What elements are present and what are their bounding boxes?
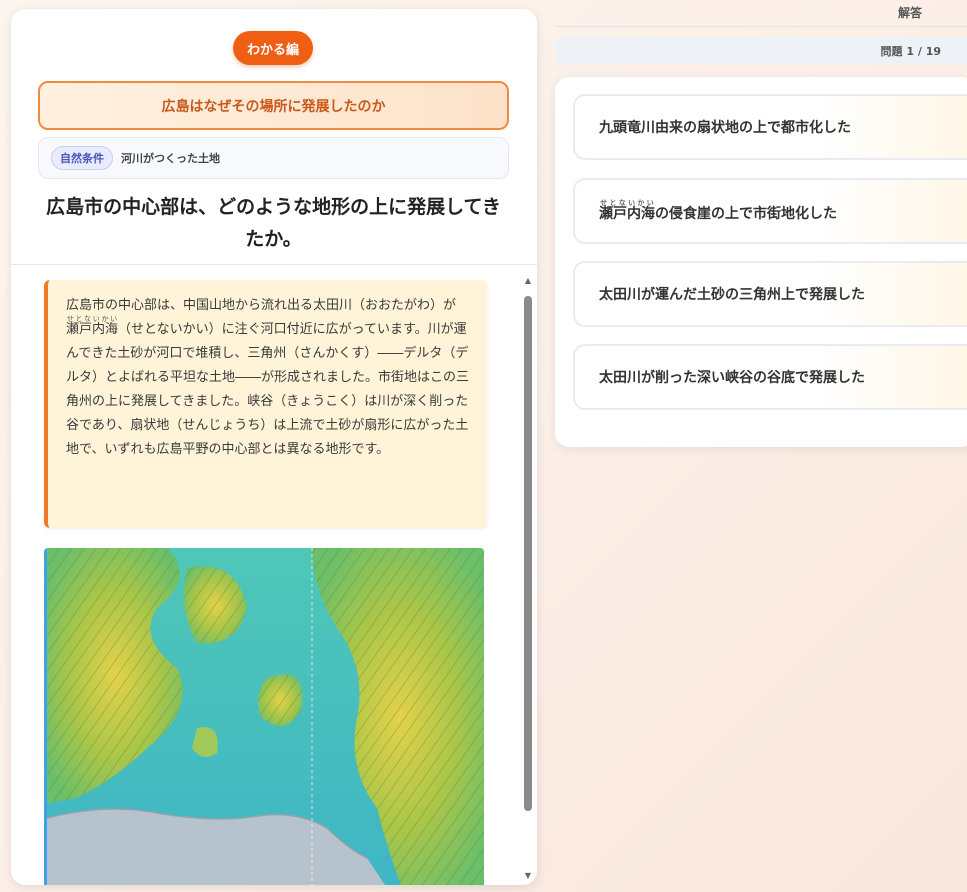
choices-card: 九頭竜川由来の扇状地の上で都市化した 瀬戸内海せとないかいの侵食崖の上で市街地化…: [555, 77, 967, 447]
category-text: 河川がつくった土地: [121, 152, 220, 165]
scroll-up-icon[interactable]: ▲: [523, 276, 533, 286]
explanation-part2: （せとないかい）に注ぐ河口付近に広がっています。川が運んできた土砂が河口で堆積し…: [66, 322, 470, 457]
terrain-map: [47, 548, 484, 885]
answer-label: 解答: [898, 6, 923, 20]
vertical-scrollbar[interactable]: ▲ ▼: [523, 276, 533, 881]
answer-divider: [555, 26, 967, 27]
choice-1-label: 九頭竜川由来の扇状地の上で都市化した: [599, 120, 851, 136]
scroll-thumb[interactable]: [524, 296, 532, 811]
ruby-text: せとないかい: [66, 315, 118, 323]
ruby-setonaikai: 瀬戸内海せとないかい: [66, 315, 119, 337]
choice-2-ruby-base: 瀬戸内海: [599, 206, 655, 222]
choice-2[interactable]: 瀬戸内海せとないかいの侵食崖の上で市街地化した: [573, 178, 967, 244]
scroll-area[interactable]: 広島市の中心部は、中国山地から流れ出る太田川（おおたがわ）が瀬戸内海せとないかい…: [11, 266, 537, 885]
progress-text: 問題 1 / 19: [880, 45, 941, 58]
choice-4-label: 太田川が削った深い峡谷の谷底で発展した: [599, 370, 865, 386]
terrain-map-image: [44, 548, 484, 885]
scroll-down-icon[interactable]: ▼: [523, 871, 533, 881]
choice-2-ruby: 瀬戸内海せとないかい: [599, 199, 655, 222]
level-badge: わかる編: [233, 31, 313, 65]
tag-row: 自然条件 河川がつくった土地: [38, 137, 509, 179]
explanation-box: 広島市の中心部は、中国山地から流れ出る太田川（おおたがわ）が瀬戸内海せとないかい…: [44, 280, 487, 528]
card-header: わかる編 広島はなぜその場所に発展したのか 自然条件 河川がつくった土地 広島市…: [11, 9, 537, 265]
choice-2-ruby-text: せとないかい: [599, 199, 655, 207]
category-chip: 自然条件: [51, 146, 113, 170]
progress-bar: 問題 1 / 19: [555, 37, 967, 64]
explanation-card: わかる編 広島はなぜその場所に発展したのか 自然条件 河川がつくった土地 広島市…: [11, 9, 537, 885]
choice-4[interactable]: 太田川が削った深い峡谷の谷底で発展した: [573, 344, 967, 410]
choice-2-label: 瀬戸内海せとないかいの侵食崖の上で市街地化した: [599, 199, 837, 223]
ruby-base: 瀬戸内海: [66, 322, 119, 337]
choice-1[interactable]: 九頭竜川由来の扇状地の上で都市化した: [573, 94, 967, 160]
choice-2-rest: の侵食崖の上で市街地化した: [655, 206, 837, 222]
explanation-part1: 広島市の中心部は、中国山地から流れ出る太田川（おおたがわ）が: [66, 298, 457, 313]
choice-3-label: 太田川が運んだ土砂の三角州上で発展した: [599, 287, 865, 303]
topic-title: 広島はなぜその場所に発展したのか: [38, 81, 509, 130]
choice-3[interactable]: 太田川が運んだ土砂の三角州上で発展した: [573, 261, 967, 327]
question-text: 広島市の中心部は、どのような地形の上に発展してきたか。: [46, 196, 501, 250]
